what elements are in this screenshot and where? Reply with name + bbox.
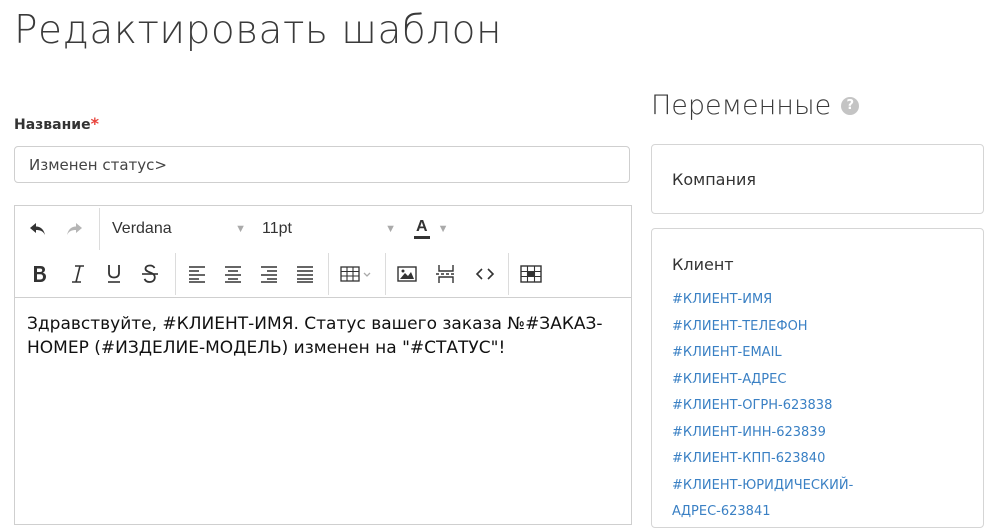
font-size-value: 11pt <box>262 219 292 237</box>
name-input[interactable] <box>14 146 630 183</box>
chevron-down-icon: ▼ <box>385 222 396 235</box>
variable-link[interactable]: #КЛИЕНТ-ТЕЛЕФОН <box>652 314 983 341</box>
variable-link[interactable]: #КЛИЕНТ-КПП-623840 <box>652 446 983 473</box>
template-icon[interactable] <box>515 259 547 289</box>
font-size-select[interactable]: 11pt ▼ <box>262 214 410 244</box>
company-panel[interactable]: Компания <box>651 144 984 214</box>
variable-link[interactable]: АДРЕС-623841 <box>652 499 983 526</box>
variable-link[interactable]: #КЛИЕНТ-ЮРИДИЧЕСКИЙ- <box>652 473 983 500</box>
variable-link[interactable]: #КЛИЕНТ-EMAIL <box>652 340 983 367</box>
underline-icon[interactable] <box>99 259 129 289</box>
variable-link[interactable]: #КЛИЕНТ-ОГРН-623838 <box>652 393 983 420</box>
redo-icon[interactable] <box>59 214 89 244</box>
image-icon[interactable] <box>392 259 422 289</box>
align-left-icon[interactable] <box>182 259 212 289</box>
align-center-icon[interactable] <box>218 259 248 289</box>
page-title: Редактировать шаблон <box>14 8 503 53</box>
name-label: Название* <box>14 114 99 133</box>
undo-icon[interactable] <box>23 214 53 244</box>
editor-toolbar: Verdana ▼ 11pt ▼ A ▼ <box>15 206 631 298</box>
client-panel: Клиент #КЛИЕНТ-ИМЯ #КЛИЕНТ-ТЕЛЕФОН #КЛИЕ… <box>651 228 984 528</box>
help-icon[interactable]: ? <box>841 96 860 115</box>
bold-icon[interactable] <box>25 259 55 289</box>
source-code-icon[interactable] <box>470 259 500 289</box>
variables-title: Переменные ? <box>651 90 860 121</box>
toolbar-separator <box>99 207 100 250</box>
table-icon[interactable] <box>335 259 379 289</box>
strikethrough-icon[interactable] <box>135 259 165 289</box>
toolbar-row-2 <box>15 251 631 297</box>
required-mark: * <box>90 114 99 133</box>
variable-link[interactable]: #КЛИЕНТ-АДРЕС <box>652 367 983 394</box>
chevron-down-icon: ▼ <box>235 222 246 235</box>
editor-content[interactable]: Здравствуйте, #КЛИЕНТ-ИМЯ. Статус вашего… <box>15 298 631 528</box>
toolbar-separator <box>175 253 176 295</box>
company-panel-title: Компания <box>672 170 756 189</box>
variable-link[interactable]: #КЛИЕНТ-ИНН-623839 <box>652 420 983 447</box>
client-panel-title: Клиент <box>672 255 734 274</box>
chevron-down-icon: ▼ <box>437 222 449 235</box>
name-label-text: Название <box>14 117 91 133</box>
toolbar-row-1: Verdana ▼ 11pt ▼ A ▼ <box>15 206 631 251</box>
rich-text-editor: Verdana ▼ 11pt ▼ A ▼ Здравствуйте, #КЛИЕ… <box>14 205 632 525</box>
font-family-select[interactable]: Verdana ▼ <box>106 214 262 244</box>
toolbar-separator <box>508 253 509 295</box>
toolbar-separator <box>385 253 386 295</box>
font-family-value: Verdana <box>112 219 172 237</box>
variables-title-text: Переменные <box>651 90 832 121</box>
text-color-button[interactable]: A ▼ <box>414 214 448 244</box>
text-color-icon: A <box>414 218 430 239</box>
italic-icon[interactable] <box>63 259 93 289</box>
align-justify-icon[interactable] <box>290 259 320 289</box>
variable-link[interactable]: #КЛИЕНТ-ИМЯ <box>652 287 983 314</box>
toolbar-separator <box>328 253 329 295</box>
align-right-icon[interactable] <box>254 259 284 289</box>
page-break-icon[interactable] <box>430 259 462 289</box>
